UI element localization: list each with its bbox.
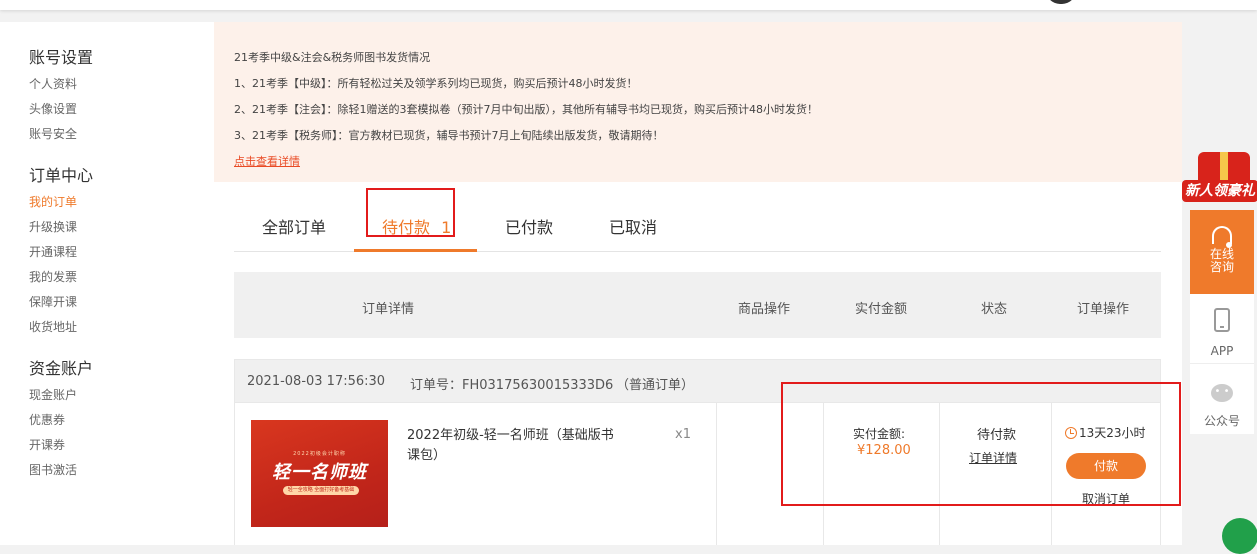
official-account-button[interactable]: 公众号 xyxy=(1190,364,1254,434)
top-bar xyxy=(0,0,1257,10)
product-name[interactable]: 2022年初级-轻一名师班（基础版书课包） xyxy=(407,426,617,466)
thumb-tagline: 轻一全攻略 全面打好备考基础 xyxy=(283,486,359,495)
account-sidebar: 账号设置 个人资料 头像设置 账号安全 订单中心 我的订单 升级换课 开通课程 … xyxy=(0,22,214,545)
sidebar-item-cash-account[interactable]: 现金账户 xyxy=(29,386,77,403)
header-status: 状态 xyxy=(981,302,1008,317)
header-paid-amount: 实付金额 xyxy=(855,302,908,317)
paid-amount-value: ¥128.00 xyxy=(857,443,911,458)
sidebar-item-account-security[interactable]: 账号安全 xyxy=(29,125,77,142)
tab-all-orders[interactable]: 全部订单 xyxy=(262,214,326,238)
product-thumbnail[interactable]: 2022初级会计职称 轻一名师班 轻一全攻略 全面打好备考基础 xyxy=(251,420,388,527)
sidebar-item-profile[interactable]: 个人资料 xyxy=(29,75,77,92)
sidebar-item-activate-course[interactable]: 开通课程 xyxy=(29,243,77,260)
orders-table-header: 订单详情 商品操作 实付金额 状态 订单操作 xyxy=(234,272,1161,338)
notice-line: 1、21考季【中级】：所有轻松过关及领学系列均已现货，购买后预计48小时发货！ xyxy=(234,77,638,90)
cancel-order-link[interactable]: 取消订单 xyxy=(1082,490,1130,507)
gift-label: 新人领豪礼 xyxy=(1182,180,1257,202)
thumb-caption: 2022初级会计职称 xyxy=(293,451,346,457)
sidebar-item-book-activation[interactable]: 图书激活 xyxy=(29,461,77,478)
thumb-title: 轻一名师班 xyxy=(272,462,367,483)
tab-pending-label: 待付款 xyxy=(382,218,431,237)
order-datetime: 2021-08-03 17:56:30 xyxy=(247,374,386,389)
sidebar-group-order-center: 订单中心 xyxy=(29,166,94,185)
sidebar-item-shipping-address[interactable]: 收货地址 xyxy=(29,318,77,335)
column-divider xyxy=(716,403,717,545)
header-product-ops: 商品操作 xyxy=(738,302,791,317)
column-divider xyxy=(939,403,940,545)
payment-countdown: 13天23小时 xyxy=(1065,424,1146,441)
pay-button[interactable]: 付款 xyxy=(1066,453,1146,479)
countdown-text: 13天23小时 xyxy=(1079,426,1146,440)
column-divider xyxy=(823,403,824,545)
order-tabs: 全部订单 待付款 1 已付款 已取消 xyxy=(234,192,1161,252)
phone-icon xyxy=(1214,308,1230,332)
tab-paid[interactable]: 已付款 xyxy=(505,214,553,238)
order-detail-link[interactable]: 订单详情 xyxy=(969,449,1017,466)
wechat-icon xyxy=(1211,384,1233,402)
orders-panel: 21考季中级&注会&税务师图书发货情况 1、21考季【中级】：所有轻松过关及领学… xyxy=(214,22,1182,545)
online-consult-button[interactable]: 在线 咨询 xyxy=(1190,210,1254,294)
sidebar-item-avatar-settings[interactable]: 头像设置 xyxy=(29,100,77,117)
gift-box-icon xyxy=(1198,152,1250,182)
newcomer-gift-badge[interactable]: 新人领豪礼 xyxy=(1182,150,1257,208)
notice-line: 2、21考季【注会】：除轻1赠送的3套模拟卷（预计7月中旬出版），其他所有辅导书… xyxy=(234,103,818,116)
header-order-detail: 订单详情 xyxy=(362,302,415,317)
notice-title: 21考季中级&注会&税务师图书发货情况 xyxy=(234,51,431,64)
sidebar-item-upgrade-course[interactable]: 升级换课 xyxy=(29,218,77,235)
headset-icon xyxy=(1212,226,1232,248)
consult-label-line2: 咨询 xyxy=(1209,260,1234,274)
sidebar-item-my-orders[interactable]: 我的订单 xyxy=(29,193,77,210)
wifi-icon[interactable] xyxy=(1222,518,1257,554)
sidebar-group-funds: 资金账户 xyxy=(29,359,94,378)
notice-details-link[interactable]: 点击查看详情 xyxy=(234,153,300,169)
order-type: （普通订单） xyxy=(616,378,695,393)
header-order-ops: 订单操作 xyxy=(1077,302,1130,317)
active-tab-indicator xyxy=(354,249,477,252)
sidebar-group-account-settings: 账号设置 xyxy=(29,48,94,67)
column-divider xyxy=(1051,403,1052,545)
sidebar-item-guarantee[interactable]: 保障开课 xyxy=(29,293,77,310)
tab-pending-count: 1 xyxy=(441,218,452,237)
order-number: 订单号：FH03175630015333D6 xyxy=(410,378,614,393)
sidebar-item-invoices[interactable]: 我的发票 xyxy=(29,268,77,285)
order-row: 2022初级会计职称 轻一名师班 轻一全攻略 全面打好备考基础 2022年初级-… xyxy=(234,403,1161,545)
user-avatar[interactable] xyxy=(1046,0,1076,4)
tab-cancelled[interactable]: 已取消 xyxy=(609,214,657,238)
order-status: 待付款 xyxy=(977,428,1017,443)
paid-amount-label: 实付金额: xyxy=(853,427,906,441)
order-header-row: 2021-08-03 17:56:30 订单号：FH03175630015333… xyxy=(234,359,1161,403)
app-label: APP xyxy=(1210,344,1234,358)
official-account-label: 公众号 xyxy=(1203,414,1240,428)
clock-icon xyxy=(1065,427,1077,439)
sidebar-item-coupons[interactable]: 优惠券 xyxy=(29,411,65,428)
sidebar-item-course-vouchers[interactable]: 开课券 xyxy=(29,436,65,453)
shipping-notice: 21考季中级&注会&税务师图书发货情况 1、21考季【中级】：所有轻松过关及领学… xyxy=(214,22,1182,182)
product-quantity: x1 xyxy=(675,427,691,442)
app-download-button[interactable]: APP xyxy=(1190,294,1254,364)
notice-line: 3、21考季【税务师】：官方教材已现货，辅导书预计7月上旬陆续出版发货，敬请期待… xyxy=(234,129,664,142)
tab-pending-payment[interactable]: 待付款 1 xyxy=(382,214,451,238)
